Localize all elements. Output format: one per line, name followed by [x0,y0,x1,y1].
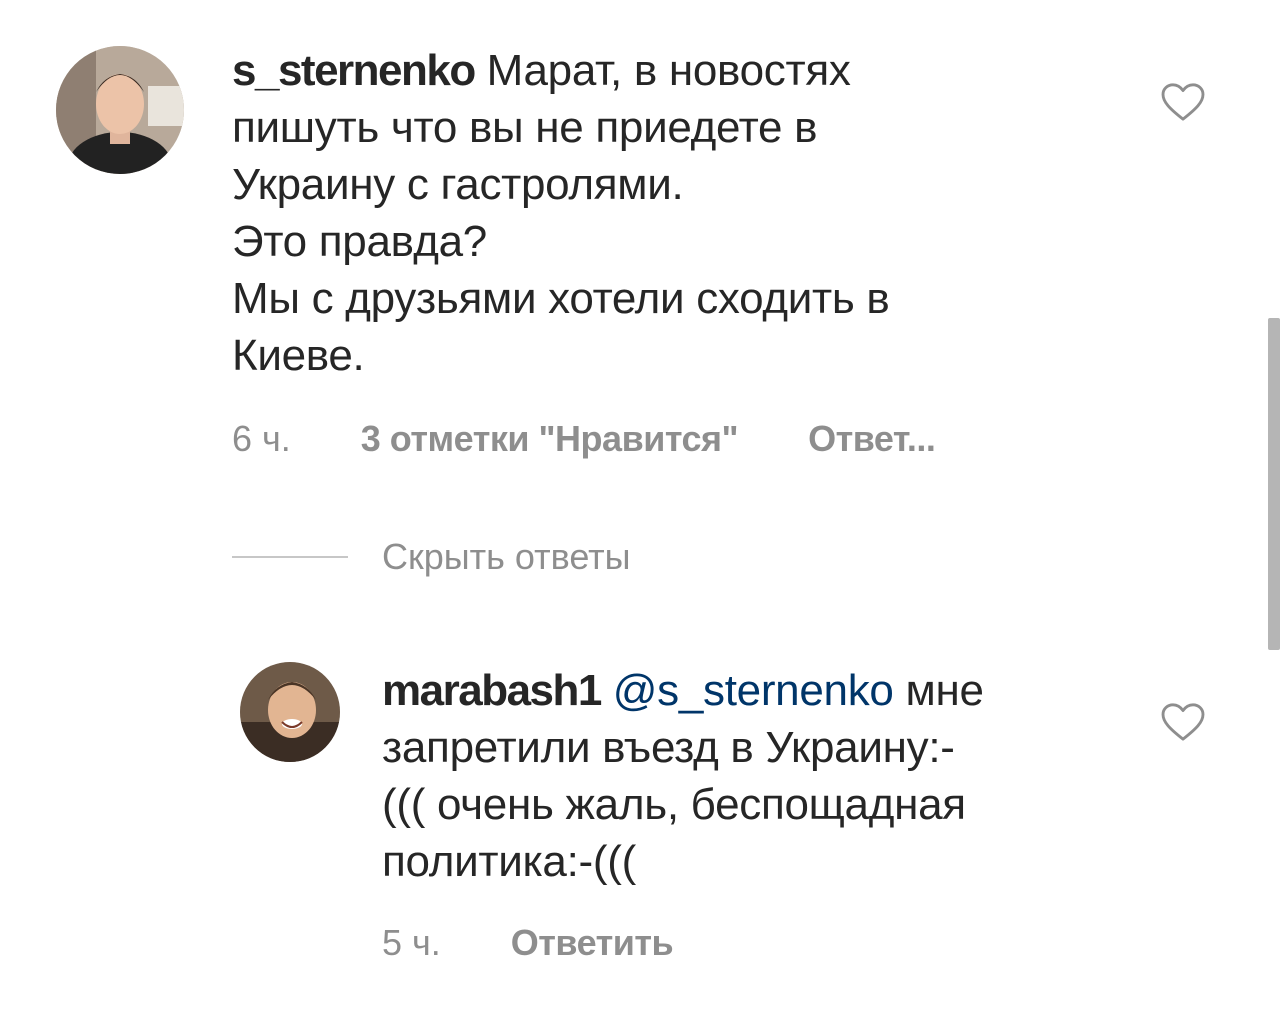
comment-text-line: мне [893,666,984,715]
avatar-photo [56,46,184,174]
comment-text-line: ((( очень жаль, беспощадная [382,780,966,829]
comment-text-line: Киеве. [232,331,365,380]
comment-text-line: запретили въезд в Украину:- [382,723,955,772]
divider [232,556,348,558]
comment-meta: 6 ч. 3 отметки "Нравится" Ответ... [232,418,936,460]
likes-count-button[interactable]: 3 отметки "Нравится" [361,418,739,460]
avatar-photo [240,662,340,762]
comment-username[interactable]: marabash1 [382,666,602,715]
comment-text-line: Марат, в новостях [474,46,851,95]
comment-body: marabash1 @s_sternenko мне запретили въе… [382,662,1102,890]
scrollbar[interactable] [1268,318,1280,650]
heart-icon[interactable] [1160,82,1206,122]
comment-body: s_sternenko Марат, в новостях пишуть что… [232,42,1052,384]
hide-replies-button[interactable]: Скрыть ответы [232,536,631,578]
avatar[interactable] [240,662,340,762]
comment-time: 6 ч. [232,418,291,459]
comment-time: 5 ч. [382,922,441,963]
comment-meta: 5 ч. Ответить [382,922,674,964]
hide-replies-label: Скрыть ответы [382,536,631,577]
mention-link[interactable]: @s_sternenko [613,666,894,715]
comment-text-line: пишуть что вы не приедете в [232,103,818,152]
avatar[interactable] [56,46,184,174]
reply-button[interactable]: Ответить [511,922,674,964]
comment-text-line: Это правда? [232,217,487,266]
comment-text-line: политика:-((( [382,837,636,886]
comments-screen: s_sternenko Марат, в новостях пишуть что… [0,0,1280,1024]
comment-text-line: Мы с друзьями хотели сходить в [232,274,890,323]
heart-icon[interactable] [1160,702,1206,742]
comment-text-line: Украину с гастролями. [232,160,684,209]
reply-button[interactable]: Ответ... [808,418,936,460]
comment-username[interactable]: s_sternenko [232,46,476,95]
